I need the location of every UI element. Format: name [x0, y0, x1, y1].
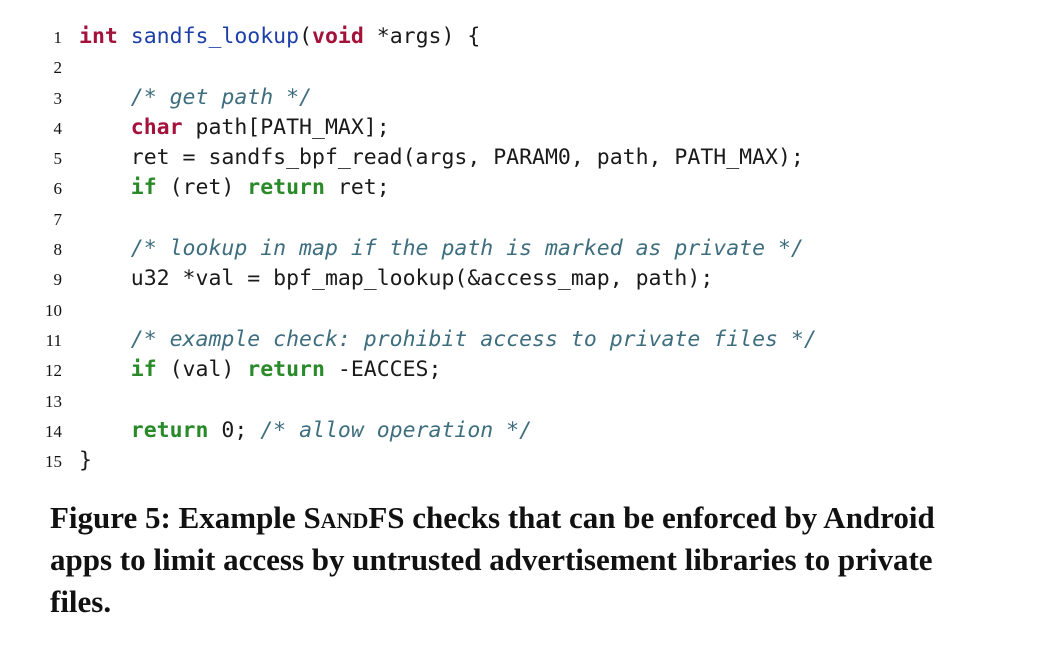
line-number: 9: [53, 270, 63, 290]
code-line-4: 4 char path[PATH_MAX];: [0, 113, 1040, 143]
caption-prefix: Figure 5: Example: [50, 500, 304, 535]
code-rest: ret = sandfs_bpf_read(args, PARAM0, path…: [130, 145, 804, 171]
code-line-1: 1 int sandfs_lookup(void *args) {: [0, 22, 1040, 52]
line-number: 11: [45, 330, 62, 350]
code-line-7: 7: [0, 204, 1040, 234]
line-number: 8: [53, 240, 63, 260]
code-text: if (ret) return ret;: [79, 173, 390, 203]
code-text: /* get path */: [79, 83, 312, 113]
code-line-9: 9 u32 *val = bpf_map_lookup(&access_map,…: [0, 264, 1040, 294]
code-line-13: 13: [0, 386, 1040, 416]
code-text: }: [79, 446, 92, 476]
comment: /* lookup in map if the path is marked a…: [130, 236, 804, 262]
code-rest: ret;: [324, 175, 390, 201]
code-rest: *args) {: [363, 24, 481, 49]
code-line-8: 8 /* lookup in map if the path is marked…: [0, 234, 1040, 264]
comment: /* get path */: [130, 84, 312, 110]
keyword: if: [130, 175, 157, 201]
code-text: return 0; /* allow operation */: [79, 416, 532, 446]
code-mid: (ret): [156, 175, 248, 201]
code-rest: }: [79, 448, 92, 474]
code-text: /* example check: prohibit access to pri…: [79, 325, 817, 355]
keyword: void: [312, 24, 364, 49]
line-number: 1: [53, 28, 63, 47]
line-number: 13: [45, 391, 62, 411]
line-number: 6: [53, 179, 63, 199]
keyword: char: [130, 114, 183, 140]
code-line-3: 3 /* get path */: [0, 83, 1040, 113]
line-number: 5: [53, 149, 63, 169]
code-mid: 0;: [208, 417, 261, 443]
code-line-6: 6 if (ret) return ret;: [0, 173, 1040, 203]
line-number: 10: [45, 300, 62, 320]
code-text: char path[PATH_MAX];: [79, 113, 390, 143]
function-name: sandfs_lookup: [130, 24, 300, 49]
code-rest: u32 *val = bpf_map_lookup(&access_map, p…: [130, 266, 714, 292]
code-text: /* lookup in map if the path is marked a…: [79, 234, 804, 264]
code-line-15: 15 }: [0, 446, 1040, 476]
code-line-5: 5 ret = sandfs_bpf_read(args, PARAM0, pa…: [0, 143, 1040, 173]
code-text: u32 *val = bpf_map_lookup(&access_map, p…: [79, 264, 713, 294]
code-listing: 1 int sandfs_lookup(void *args) { 2 3 /*…: [0, 22, 1040, 476]
punctuation: (: [299, 24, 313, 49]
keyword: return: [247, 357, 325, 383]
code-line-12: 12 if (val) return -EACCES;: [0, 355, 1040, 385]
keyword: return: [247, 175, 325, 201]
comment: /* example check: prohibit access to pri…: [130, 326, 817, 352]
line-number: 2: [53, 58, 63, 78]
code-text: int sandfs_lookup(void *args) {: [79, 22, 480, 52]
line-number: 12: [45, 361, 62, 381]
figure-caption: Figure 5: Example SandFS checks that can…: [50, 497, 980, 623]
line-number: 4: [53, 118, 63, 138]
code-text: if (val) return -EACCES;: [79, 355, 442, 385]
code-line-10: 10: [0, 295, 1040, 325]
line-number: 3: [53, 88, 63, 108]
line-number: 7: [53, 209, 63, 229]
comment: /* allow operation */: [260, 417, 533, 443]
code-line-11: 11 /* example check: prohibit access to …: [0, 325, 1040, 355]
line-number: 15: [45, 452, 62, 472]
code-mid: (val): [156, 357, 248, 383]
code-rest: path[PATH_MAX];: [182, 114, 390, 140]
code-line-14: 14 return 0; /* allow operation */: [0, 416, 1040, 446]
keyword: return: [130, 417, 209, 443]
code-rest: -EACCES;: [324, 357, 442, 383]
keyword: if: [130, 357, 157, 383]
system-name: SandFS: [303, 500, 405, 535]
code-text: ret = sandfs_bpf_read(args, PARAM0, path…: [79, 143, 804, 173]
line-number: 14: [45, 421, 62, 441]
code-line-2: 2: [0, 52, 1040, 82]
keyword: int: [79, 24, 118, 49]
